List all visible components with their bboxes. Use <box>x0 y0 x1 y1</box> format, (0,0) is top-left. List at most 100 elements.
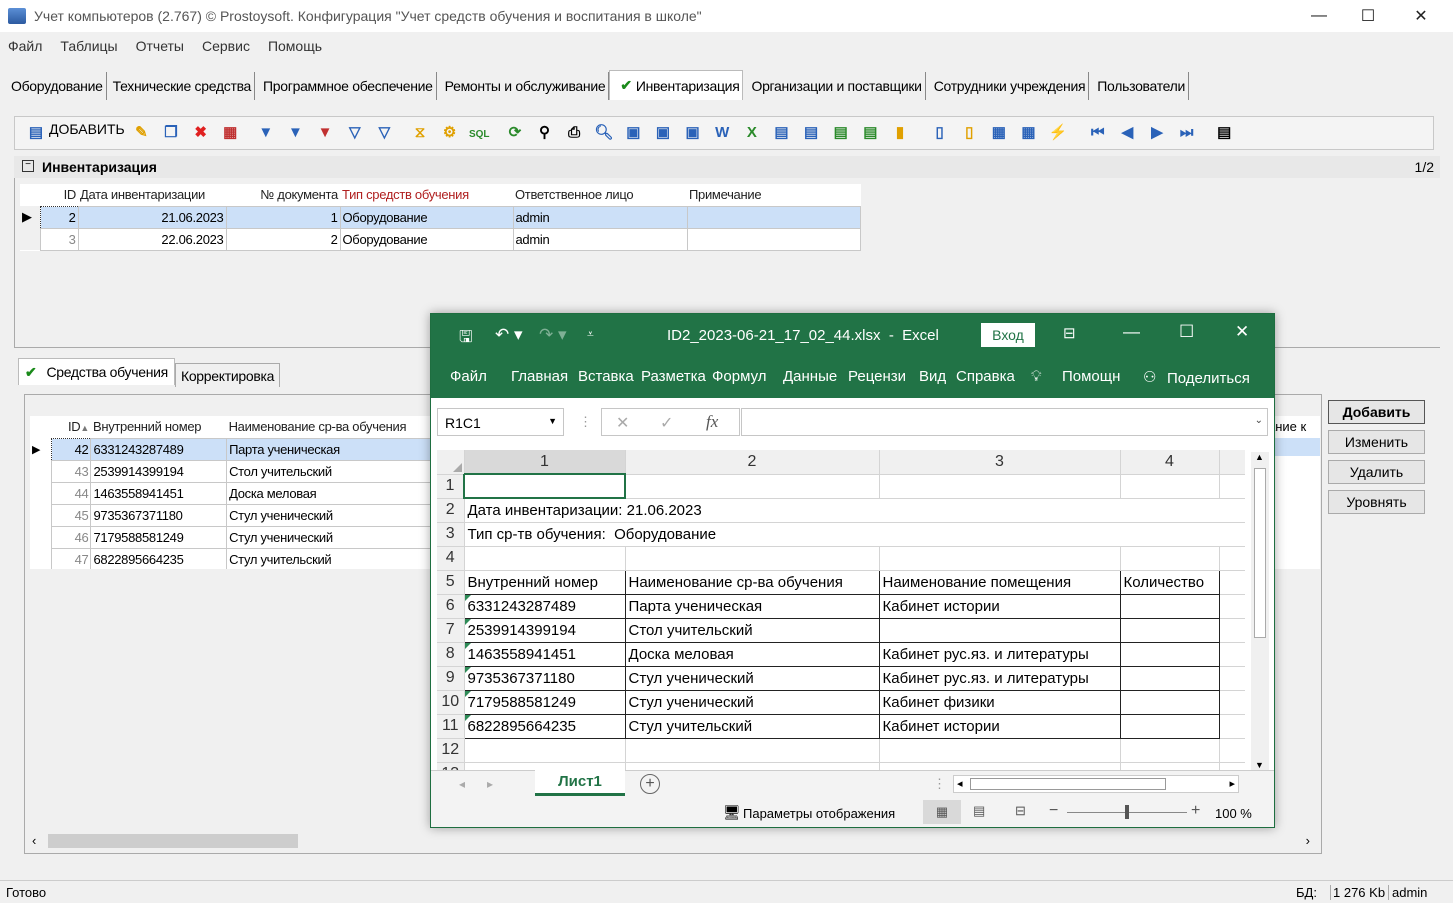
tab-equipment[interactable]: Оборудование <box>8 72 107 100</box>
hscroll-left-icon[interactable]: ◂ <box>957 777 963 790</box>
menu-reports[interactable]: Отчеты <box>136 38 184 54</box>
vscroll-thumb[interactable] <box>1254 468 1266 638</box>
row-header[interactable]: 9 <box>437 666 465 691</box>
cell[interactable] <box>1119 617 1220 643</box>
header-cell[interactable]: Наименование ср-ва обучения <box>624 569 880 595</box>
qat-customize-icon[interactable]: ⩡ <box>587 327 594 342</box>
next-icon[interactable]: ▶ <box>1144 120 1170 146</box>
page-layout-icon[interactable]: ▤ <box>973 803 985 819</box>
cell[interactable]: Стол учительский <box>624 617 880 643</box>
ribbon-file[interactable]: Файл <box>450 368 487 385</box>
col-internal-number[interactable]: Внутренний номер <box>91 416 227 438</box>
grid-edit-icon[interactable]: ▦ <box>1015 120 1041 146</box>
print-icon[interactable]: ⎙ <box>561 120 587 146</box>
table-row[interactable]: 459735367371180Стул ученический1 <box>30 503 450 527</box>
html-icon[interactable]: ▤ <box>857 120 883 146</box>
cell[interactable]: Кабинет истории <box>878 593 1121 619</box>
redo-icon[interactable]: ↷ ▾ <box>539 325 567 345</box>
cell[interactable]: Стул учительский <box>624 713 880 739</box>
cell[interactable] <box>1119 641 1220 667</box>
zoom-out-icon[interactable]: − <box>1049 802 1058 820</box>
csv-icon[interactable]: ▤ <box>768 120 794 146</box>
function-icon[interactable]: fx <box>706 412 718 432</box>
add-icon[interactable]: ▤ <box>23 120 49 146</box>
row-header[interactable]: 13 <box>437 762 465 770</box>
tab-inventory[interactable]: ✔ Инвентаризация <box>609 70 744 100</box>
cell[interactable] <box>1119 689 1220 715</box>
export2-icon[interactable]: ▣ <box>650 120 676 146</box>
cell[interactable]: 2539914399194 <box>463 617 626 643</box>
prev-icon[interactable]: ◀ <box>1114 120 1140 146</box>
undo-icon[interactable]: ↶ ▾ <box>495 325 523 345</box>
delete-item-button[interactable]: Удалить <box>1328 460 1425 484</box>
chart-icon[interactable]: ▮ <box>887 120 913 146</box>
col-person[interactable]: Ответственное лицо <box>513 184 687 206</box>
scroll-thumb[interactable] <box>48 834 298 848</box>
col-doc[interactable]: № документа <box>226 184 340 206</box>
cell[interactable]: Кабинет рус.яз. и литературы <box>878 665 1121 691</box>
col-id-sorted[interactable]: ID▲ <box>51 416 91 438</box>
page-break-icon[interactable]: ⊟ <box>1015 803 1026 819</box>
cell[interactable]: 1463558941451 <box>463 641 626 667</box>
tab-staff[interactable]: Сотрудники учреждения <box>925 72 1090 100</box>
cell[interactable] <box>878 617 1121 643</box>
scroll-up-icon[interactable]: ▲ <box>1255 452 1264 462</box>
row-header[interactable]: 3 <box>437 522 465 547</box>
expand-formula-icon[interactable]: ⌄ <box>1255 415 1263 426</box>
inventory-date-cell[interactable]: Дата инвентаризации: 21.06.2023 <box>464 498 1245 523</box>
cell[interactable] <box>1119 713 1220 739</box>
ribbon-data[interactable]: Данные <box>783 368 837 385</box>
cell[interactable]: 7179588581249 <box>463 689 626 715</box>
sheet-prev-icon[interactable]: ◂ <box>459 777 465 791</box>
display-settings-icon[interactable]: 🖥︎ <box>723 804 741 821</box>
level-button[interactable]: Уровнять <box>1328 490 1425 514</box>
add-sheet-icon[interactable]: + <box>640 774 660 794</box>
grid-icon[interactable]: ▦ <box>986 120 1012 146</box>
tab-repairs[interactable]: Ремонты и обслуживание <box>436 72 610 100</box>
cell[interactable]: 6331243287489 <box>463 593 626 619</box>
chevron-down-icon[interactable]: ▼ <box>548 416 557 426</box>
table-row[interactable]: 467179588581249Стул ученический2 <box>30 525 450 549</box>
export-icon[interactable]: ▣ <box>620 120 646 146</box>
zoom-in-icon[interactable]: + <box>1191 802 1200 820</box>
row-header[interactable]: 8 <box>437 642 465 667</box>
active-cell[interactable] <box>463 473 626 499</box>
ribbon-review[interactable]: Рецензи <box>848 368 912 385</box>
copy-icon[interactable]: ❐ <box>158 120 184 146</box>
header-cell[interactable]: Внутренний номер <box>463 569 626 595</box>
row-header[interactable]: 12 <box>437 738 465 763</box>
sheet-hscrollbar[interactable]: ◂ ▸ <box>953 775 1239 793</box>
filter-clear-icon[interactable]: ▼ <box>312 120 338 146</box>
share-button[interactable]: Поделиться <box>1167 370 1250 387</box>
cancel-icon[interactable]: ✕ <box>616 413 629 433</box>
add-item-button[interactable]: Добавить <box>1328 400 1425 424</box>
excel-minimize-button[interactable]: — <box>1123 322 1140 342</box>
normal-view-icon[interactable]: ▦ <box>923 800 961 824</box>
ribbon-display-icon[interactable]: ⊟ <box>1063 324 1076 342</box>
zoom-level[interactable]: 100 % <box>1215 806 1252 821</box>
ribbon-help[interactable]: Справка <box>956 368 1015 385</box>
tabs-splitter-icon[interactable]: ⋮ <box>933 776 946 792</box>
close-button[interactable]: ✕ <box>1398 0 1444 32</box>
enter-icon[interactable]: ✓ <box>660 413 673 433</box>
items-hscrollbar[interactable]: ‹ › <box>30 832 1318 850</box>
table-icon[interactable]: ▦ <box>217 120 243 146</box>
scroll-left-icon[interactable]: ‹ <box>32 833 36 848</box>
hscroll-right-icon[interactable]: ▸ <box>1229 777 1235 790</box>
header-cell[interactable]: Количество <box>1119 569 1220 595</box>
col-header-1[interactable]: 1 <box>464 450 626 475</box>
sql-icon[interactable]: SQL <box>466 122 492 148</box>
ribbon-layout[interactable]: Разметка <box>641 368 706 385</box>
txt-icon[interactable]: ▤ <box>828 120 854 146</box>
lightning-icon[interactable]: ⚡ <box>1045 120 1071 146</box>
add-button[interactable]: ДОБАВИТЬ <box>49 121 125 137</box>
tab-correction[interactable]: Корректировка <box>174 363 281 387</box>
ribbon-home[interactable]: Главная <box>511 368 568 385</box>
select-all-corner[interactable] <box>437 450 465 475</box>
hscroll-thumb[interactable] <box>970 778 1166 790</box>
menu-tables[interactable]: Таблицы <box>60 38 117 54</box>
cell[interactable] <box>1119 665 1220 691</box>
sheet-tab[interactable]: Лист1 <box>535 770 625 796</box>
delete-icon[interactable]: ✖ <box>188 120 214 146</box>
cell[interactable]: 6822895664235 <box>463 713 626 739</box>
